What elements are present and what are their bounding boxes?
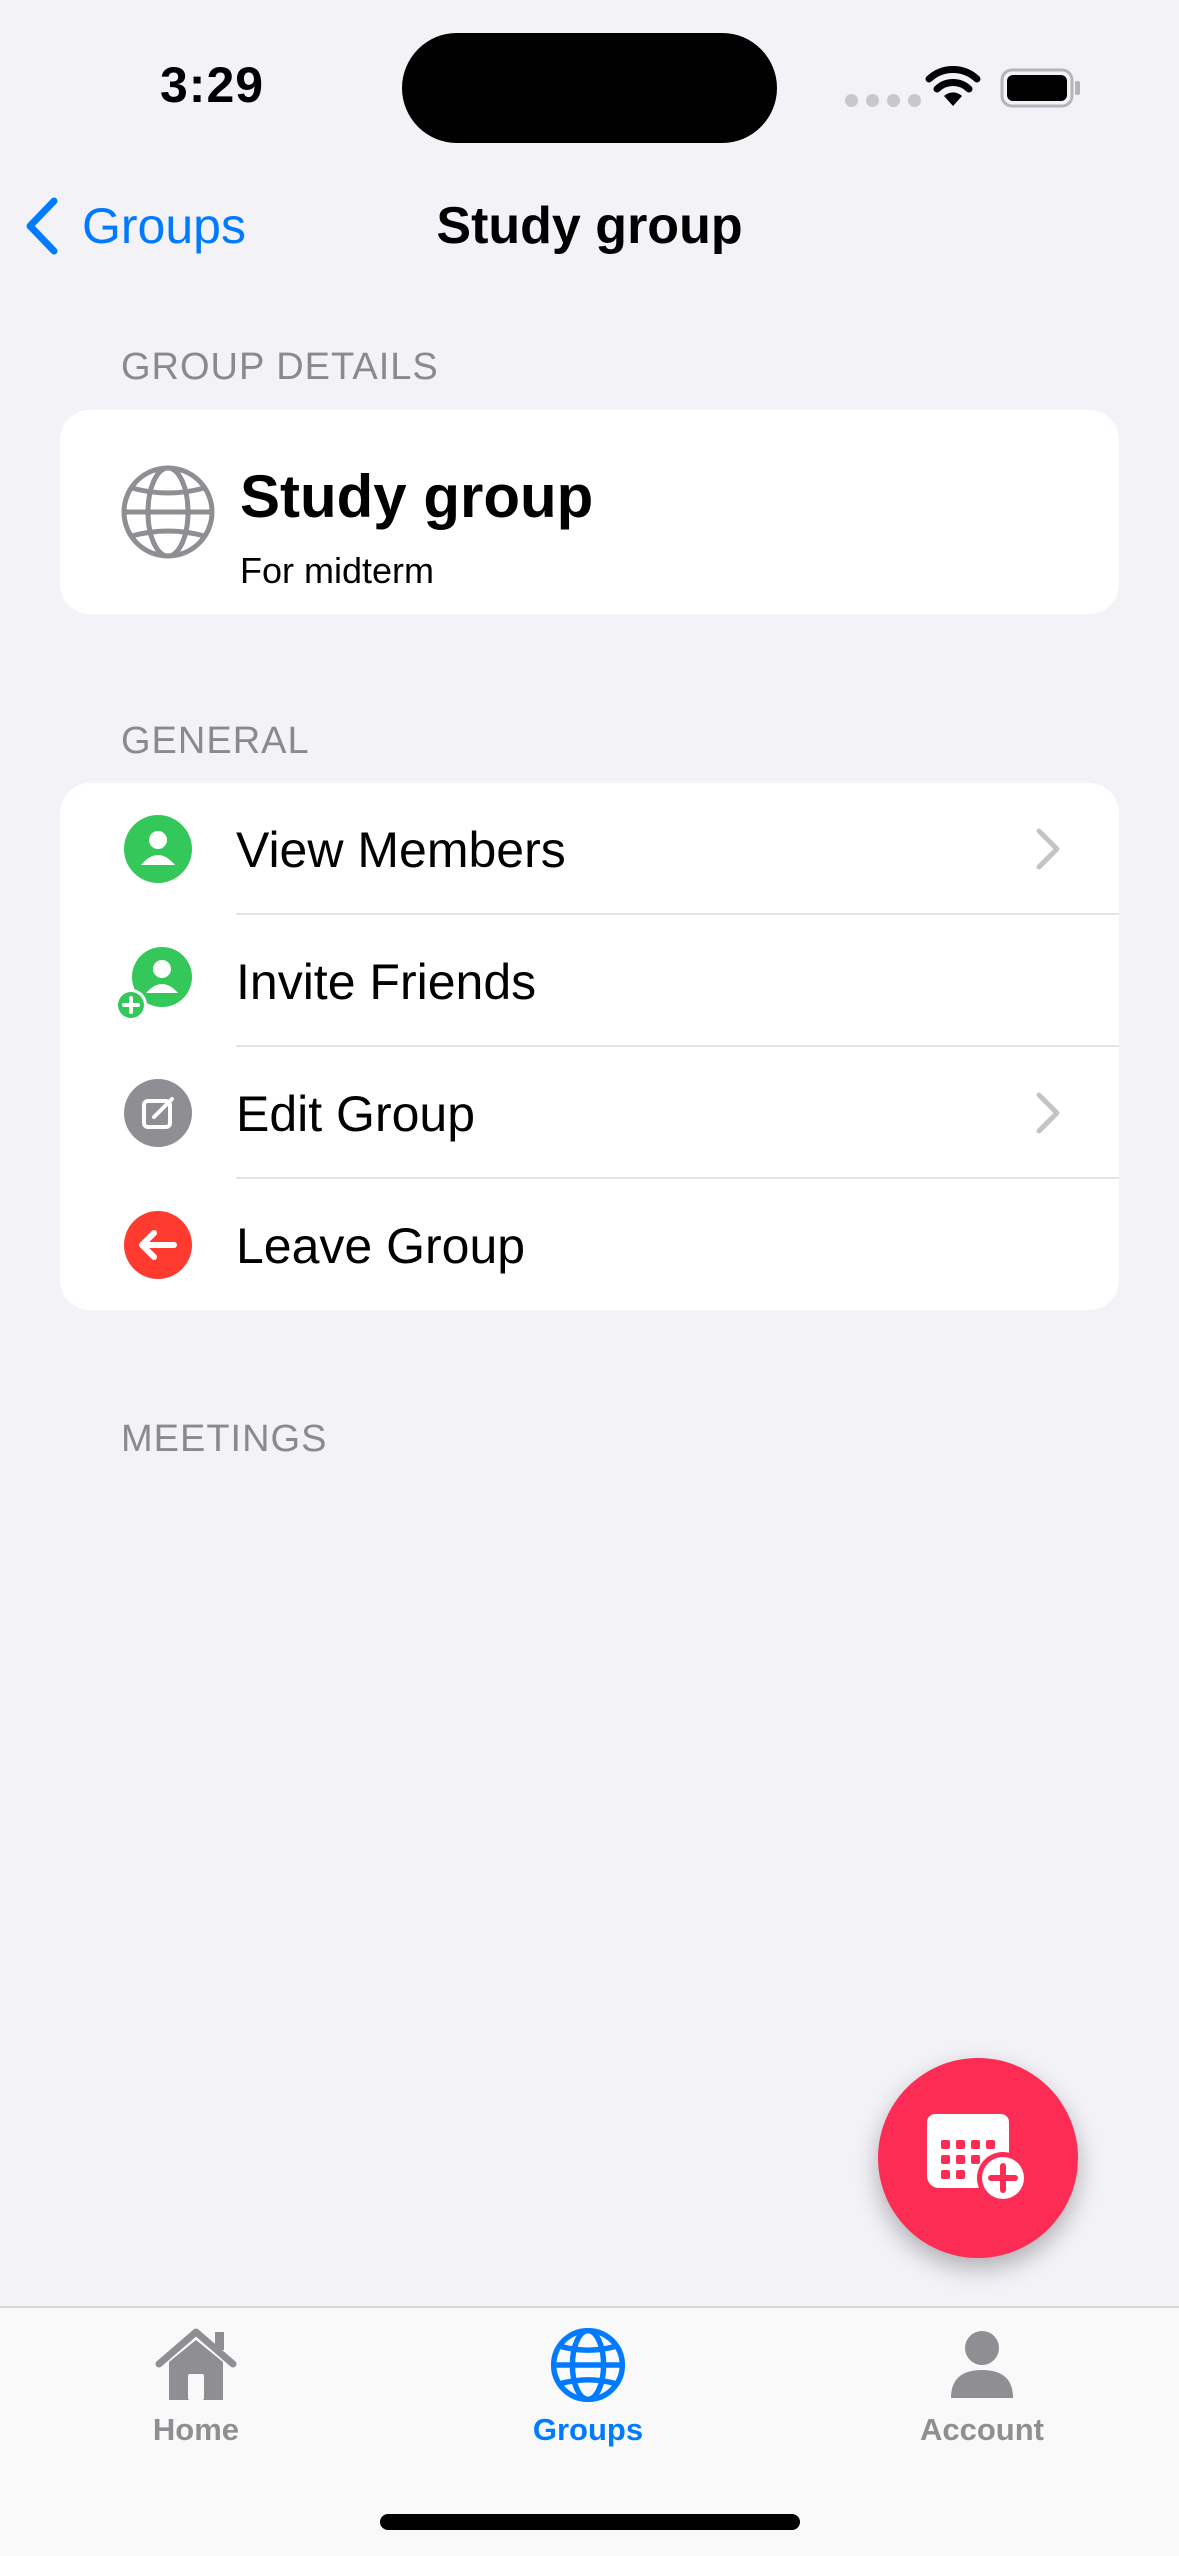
invite-friends-row[interactable]: Invite Friends xyxy=(60,915,1119,1047)
arrow-left-circle-icon xyxy=(124,1211,192,1279)
view-members-row[interactable]: View Members xyxy=(60,783,1119,915)
leave-group-row[interactable]: Leave Group xyxy=(60,1179,1119,1311)
wifi-icon xyxy=(925,66,981,106)
home-indicator[interactable] xyxy=(380,2514,800,2530)
section-header-meetings: MEETINGS xyxy=(121,1418,328,1460)
group-name: Study group xyxy=(240,463,594,530)
tab-home[interactable]: Home xyxy=(66,2326,326,2448)
tab-home-label: Home xyxy=(152,2412,240,2447)
tab-groups[interactable]: Groups xyxy=(458,2326,718,2448)
chevron-right-icon xyxy=(1036,1092,1060,1134)
general-list: View Members Invite Friends Edit Group L… xyxy=(60,783,1119,1310)
dynamic-island xyxy=(402,33,777,143)
calendar-add-icon xyxy=(927,2114,1029,2204)
tab-account-label: Account xyxy=(920,2412,1044,2447)
tab-account[interactable]: Account xyxy=(852,2326,1112,2448)
edit-icon xyxy=(124,1079,192,1147)
status-time: 3:29 xyxy=(160,57,265,113)
page-title: Study group xyxy=(436,197,743,255)
chevron-right-icon xyxy=(1036,828,1060,870)
screen: 3:29 Groups Study group GROUP DETAILS St… xyxy=(0,0,1179,2556)
view-members-label: View Members xyxy=(236,822,566,878)
section-header-general: GENERAL xyxy=(121,720,310,762)
globe-icon xyxy=(121,465,215,559)
person-icon xyxy=(951,2331,1013,2398)
globe-icon xyxy=(550,2327,626,2403)
battery-icon xyxy=(1000,68,1080,108)
person-circle-icon xyxy=(124,815,192,883)
group-description: For midterm xyxy=(240,550,435,591)
invite-friends-label: Invite Friends xyxy=(236,954,537,1010)
tab-groups-label: Groups xyxy=(532,2412,644,2447)
edit-group-row[interactable]: Edit Group xyxy=(60,1047,1119,1179)
cellular-signal-icon xyxy=(845,94,921,107)
group-details-card: Study group For midterm xyxy=(60,410,1119,614)
leave-group-label: Leave Group xyxy=(236,1218,526,1274)
edit-group-label: Edit Group xyxy=(236,1086,476,1142)
add-meeting-button[interactable] xyxy=(878,2058,1078,2258)
person-add-icon xyxy=(115,947,192,1021)
section-header-group-details: GROUP DETAILS xyxy=(121,346,439,388)
house-icon xyxy=(155,2328,237,2400)
